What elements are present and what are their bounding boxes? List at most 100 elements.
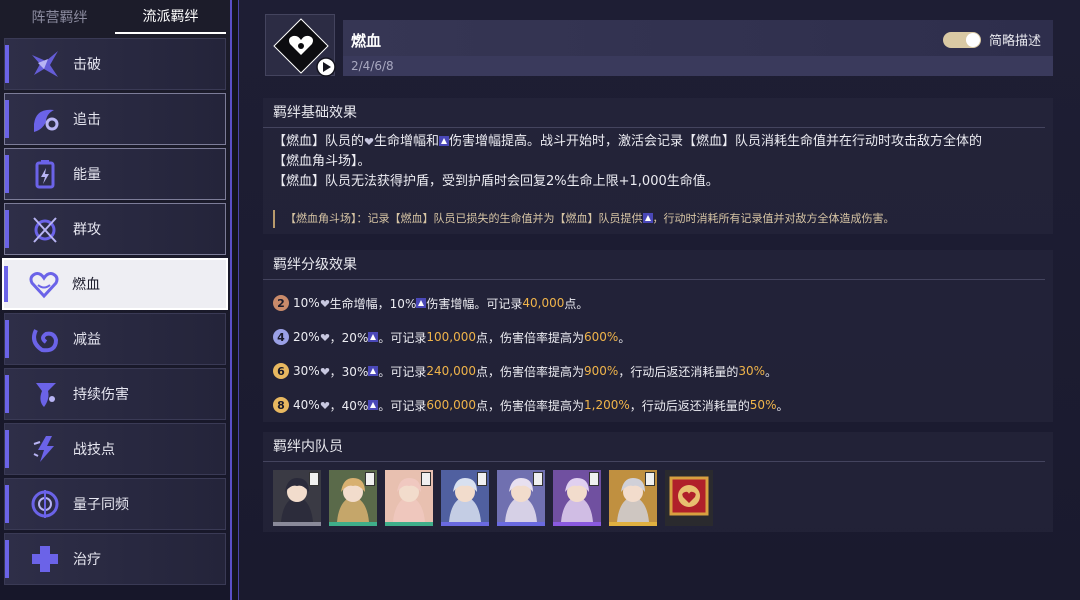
bond-sidebar: 阵营羁绊 流派羁绊 击破 追击 能量 群攻 燃血 减益 持续伤害 战技点 量子同…: [0, 0, 232, 600]
member-portrait[interactable]: [609, 470, 657, 526]
member-portrait[interactable]: [385, 470, 433, 526]
sidebar-item-skill-point[interactable]: 战技点: [4, 423, 226, 475]
text: 【燃血】队员的: [273, 134, 365, 149]
sidebar-item-label: 追击: [73, 112, 101, 128]
text: 生命增幅，10%: [329, 296, 417, 311]
bond-sigil-card[interactable]: [665, 470, 713, 526]
life-amplify-icon: [364, 138, 374, 145]
member-portrait[interactable]: [553, 470, 601, 526]
sidebar-item-label: 量子同频: [73, 497, 129, 513]
text: 。: [765, 364, 778, 379]
dot-icon: [19, 372, 71, 416]
text: 【燃血】队员无法获得护盾，受到护盾时会回复2%生命上限+1,000生命值。: [273, 174, 719, 189]
bond-title: 燃血: [351, 32, 382, 50]
member-portrait[interactable]: [273, 470, 321, 526]
skill-point-icon: [19, 427, 71, 471]
sidebar-item-heal[interactable]: 治疗: [4, 533, 226, 585]
tier-badge: 4: [273, 329, 289, 345]
item-accent: [5, 320, 9, 358]
break-icon: [19, 42, 71, 86]
sidebar-item-quantum[interactable]: 量子同频: [4, 478, 226, 530]
life-amplify-icon: [320, 368, 329, 375]
bond-header: 燃血 简略描述 2/4/6/8: [265, 14, 1053, 78]
sidebar-item-aoe[interactable]: 群攻: [4, 203, 226, 255]
text: ，行动后返还消耗量的: [629, 398, 750, 413]
member-portrait[interactable]: [497, 470, 545, 526]
toggle-label: 简略描述: [988, 34, 1041, 49]
energy-battery-icon: [19, 152, 71, 196]
item-accent: [5, 540, 9, 578]
sidebar-item-follow-up[interactable]: 追击: [4, 93, 226, 145]
item-accent: [4, 266, 8, 302]
sidebar-item-label: 能量: [73, 167, 101, 183]
text: 【燃血角斗场】：记录【燃血】队员已损失的生命值并为【燃血】队员提供: [285, 212, 643, 225]
member-portrait[interactable]: [441, 470, 489, 526]
tab-style-bonds[interactable]: 流派羁绊: [115, 0, 226, 34]
item-accent: [5, 100, 9, 138]
text: 。可记录: [378, 398, 427, 413]
section-title: 羁绊内队员: [263, 432, 1045, 462]
toggle-knob: [965, 32, 980, 47]
sidebar-item-dot[interactable]: 持续伤害: [4, 368, 226, 420]
arena-note: 【燃血角斗场】：记录【燃血】队员已损失的生命值并为【燃血】队员提供 ，行动时消耗所…: [273, 210, 1043, 228]
heart-icon: [18, 262, 70, 306]
sidebar-item-energy[interactable]: 能量: [4, 148, 226, 200]
bond-thresholds: 2/4/6/8: [343, 56, 1053, 76]
blood-sigil-icon: [669, 476, 709, 516]
section-title: 羁绊基础效果: [263, 98, 1045, 128]
path-icon: [533, 472, 543, 486]
damage-amplify-icon: [439, 136, 450, 146]
sidebar-item-blood-burn[interactable]: 燃血: [2, 258, 228, 310]
damage-amplify-icon: [368, 332, 379, 342]
sidebar-item-label: 战技点: [73, 442, 115, 458]
tier-badge: 6: [273, 363, 289, 379]
brief-description-toggle[interactable]: 简略描述: [942, 30, 1041, 49]
text: 生命增幅和: [374, 134, 440, 149]
record-cap: 40,000: [522, 296, 565, 310]
sidebar-item-label: 群攻: [73, 222, 101, 238]
sidebar-item-debuff[interactable]: 减益: [4, 313, 226, 365]
text: 40%: [293, 398, 320, 412]
bond-tabs: 阵营羁绊 流派羁绊: [0, 0, 230, 34]
record-cap: 100,000: [426, 330, 476, 344]
path-icon: [309, 472, 319, 486]
record-cap: 240,000: [426, 364, 476, 378]
text: 。可记录: [378, 364, 427, 379]
damage-multiplier: 600%: [584, 330, 619, 344]
text: 30%: [293, 364, 320, 378]
tier-row: 8 40% ，40% 。可记录 600,000 点，伤害倍率提高为 1,200% ，行动后返…: [263, 388, 1053, 422]
text: 。可记录: [378, 330, 427, 345]
member-portrait[interactable]: [329, 470, 377, 526]
tier-row: 6 30% ，30% 。可记录 240,000 点，伤害倍率提高为 900% ，行动后返还消…: [263, 354, 1053, 388]
sidebar-item-label: 燃血: [72, 277, 100, 293]
sidebar-item-label: 治疗: [73, 552, 101, 568]
record-cap: 600,000: [426, 398, 476, 412]
item-accent: [5, 375, 9, 413]
tier-badge: 8: [273, 397, 289, 413]
play-icon[interactable]: [316, 57, 336, 77]
members-section: 羁绊内队员: [263, 432, 1053, 532]
text: 伤害增幅提高。战斗开始时，激活会记录【燃血】队员消耗生命值并在行动时攻击敌方全体…: [449, 134, 983, 149]
damage-amplify-icon: [368, 366, 379, 376]
bond-detail-panel: 燃血 简略描述 2/4/6/8 羁绊基础效果 【燃血】队员的 生命增幅和 伤害增幅提…: [238, 0, 1080, 600]
toggle-switch[interactable]: [942, 31, 981, 48]
text: 10%: [293, 296, 320, 310]
text: 【燃血角斗场】。: [273, 154, 371, 169]
follow-up-icon: [19, 97, 71, 141]
sidebar-item-label: 持续伤害: [73, 387, 129, 403]
path-icon: [421, 472, 431, 486]
bond-emblem[interactable]: [265, 14, 336, 77]
aoe-icon: [19, 207, 71, 251]
tier-effect-section: 羁绊分级效果 2 10% 生命增幅，10% 伤害增幅。可记录 40,000 点。 4 2…: [263, 250, 1053, 422]
refund-rate: 50%: [749, 398, 777, 412]
tier-badge: 2: [273, 295, 289, 311]
tab-faction-bonds[interactable]: 阵营羁绊: [4, 0, 115, 34]
sidebar-item-label: 减益: [73, 332, 101, 348]
damage-multiplier: 1,200%: [584, 398, 630, 412]
item-accent: [5, 210, 9, 248]
item-accent: [5, 155, 9, 193]
sidebar-item-break[interactable]: 击破: [4, 38, 226, 90]
item-accent: [5, 430, 9, 468]
heal-cross-icon: [19, 537, 71, 581]
text: 点，伤害倍率提高为: [476, 398, 585, 413]
